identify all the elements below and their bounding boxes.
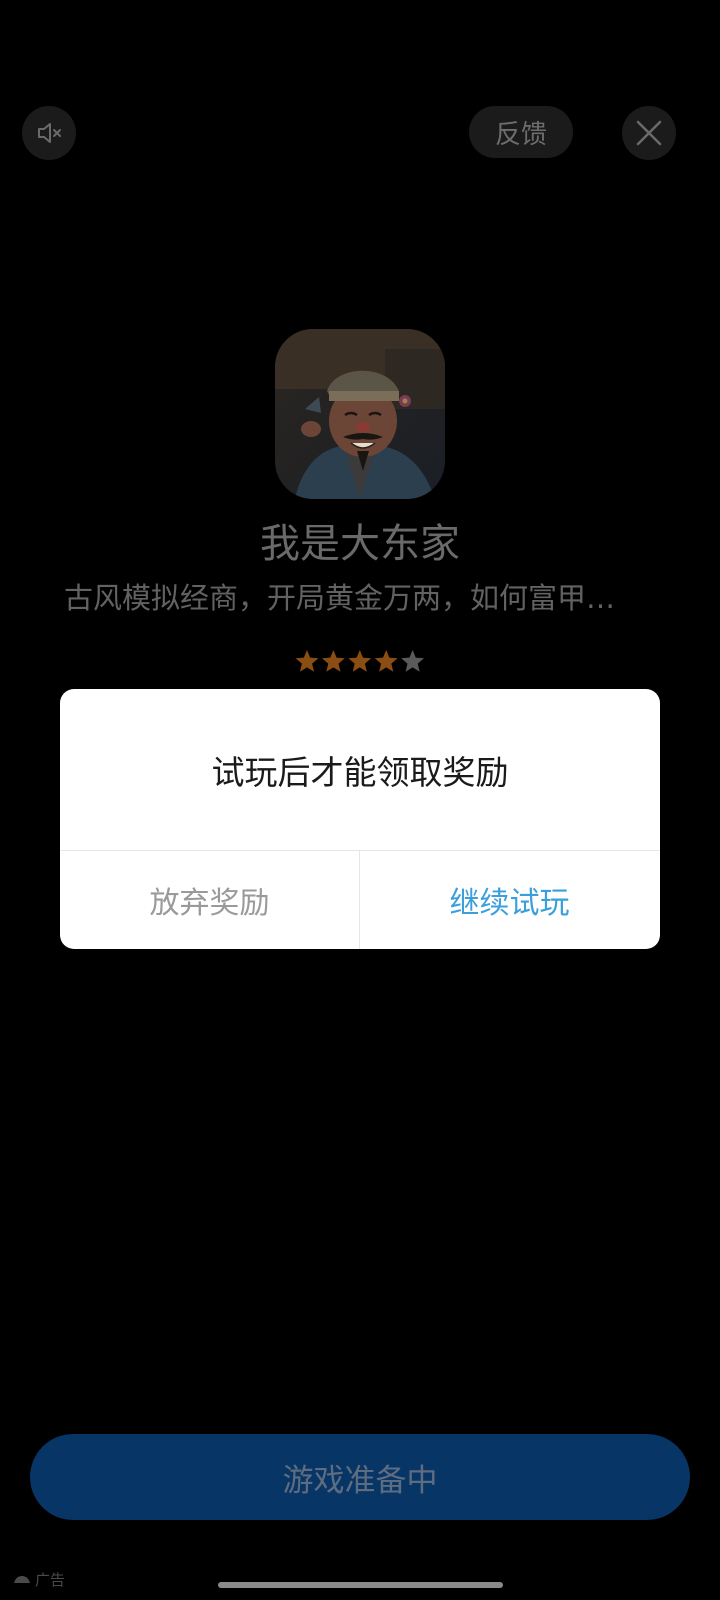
app-description: 古风模拟经商，开局黄金万两，如何富甲… (64, 581, 616, 615)
ad-label-text: 广告 (35, 1570, 66, 1589)
app-icon (275, 329, 445, 499)
star-filled-icon (295, 650, 319, 672)
trial-reward-screen: 反馈 我是大东家 古风模拟经商，开局黄金万两，如何富甲… 试玩后才能领取奖励 放… (0, 0, 720, 1600)
home-indicator[interactable] (218, 1582, 503, 1588)
give-up-reward-button[interactable]: 放弃奖励 (60, 851, 359, 949)
star-rating (295, 650, 425, 672)
feedback-button[interactable]: 反馈 (469, 106, 573, 158)
close-icon (636, 120, 662, 146)
trial-reward-dialog: 试玩后才能领取奖励 放弃奖励 继续试玩 (60, 689, 660, 949)
game-preparing-button[interactable]: 游戏准备中 (30, 1434, 690, 1520)
mute-button[interactable] (22, 106, 76, 160)
feedback-label: 反馈 (494, 119, 547, 150)
app-title: 我是大东家 (260, 521, 460, 567)
dialog-message: 试玩后才能领取奖励 (211, 752, 509, 792)
star-empty-icon (401, 650, 425, 672)
close-button[interactable] (622, 106, 676, 160)
star-filled-icon (348, 650, 372, 672)
ad-label: 广告 (12, 1568, 65, 1590)
continue-trial-button[interactable]: 继续试玩 (360, 851, 659, 949)
ad-logo-icon (14, 1576, 30, 1583)
speaker-muted-icon (38, 123, 61, 143)
star-filled-icon (374, 650, 398, 672)
cta-label: 游戏准备中 (282, 1462, 438, 1499)
star-filled-icon (321, 650, 345, 672)
